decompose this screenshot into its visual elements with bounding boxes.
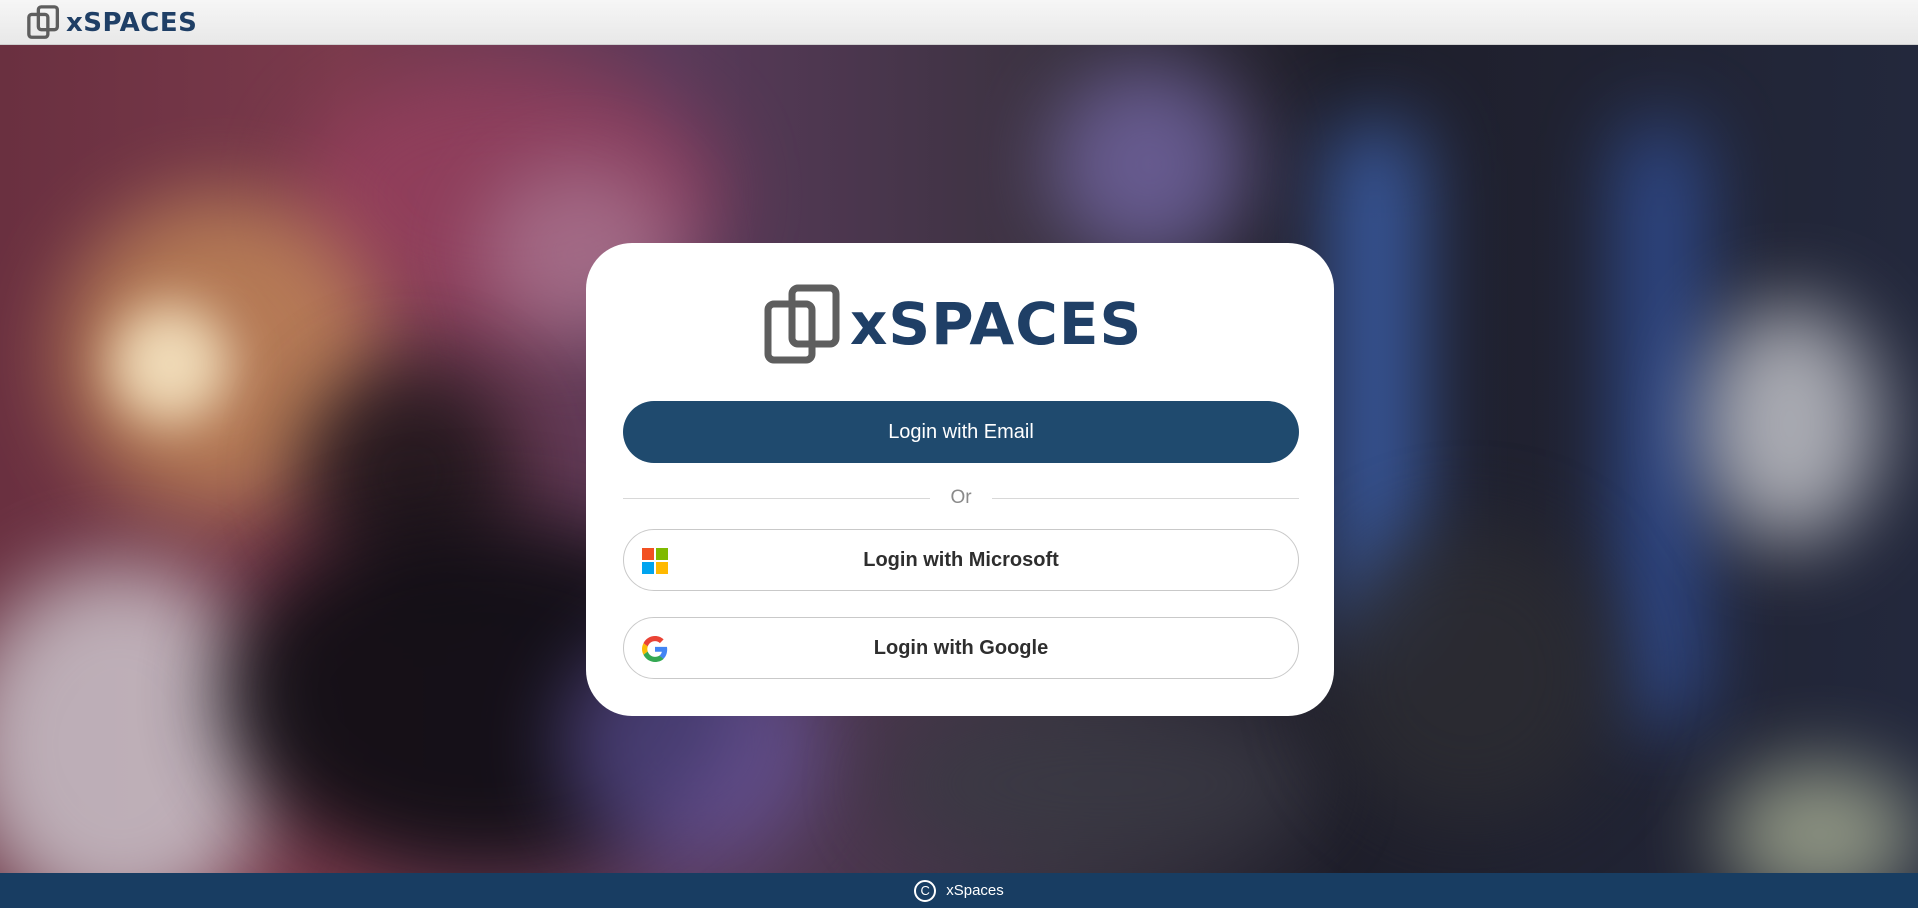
- login-microsoft-button[interactable]: Login with Microsoft: [623, 529, 1299, 591]
- divider-line-left: [623, 497, 931, 499]
- header-logo-text: xSPACES: [66, 8, 198, 38]
- google-icon: [642, 636, 668, 662]
- footer-text: xSpaces: [946, 882, 1004, 899]
- footer: C xSpaces: [0, 873, 1918, 908]
- login-microsoft-label: Login with Microsoft: [863, 548, 1059, 571]
- header-logo[interactable]: xSPACES: [26, 4, 197, 42]
- microsoft-icon: [642, 548, 668, 574]
- divider-text: Or: [950, 487, 972, 508]
- xspaces-logo-icon: [764, 284, 840, 364]
- login-email-label: Login with Email: [888, 420, 1034, 443]
- login-card: xSPACES Login with Email Or Login with M…: [586, 243, 1334, 716]
- top-header: xSPACES: [0, 0, 1918, 45]
- login-email-button[interactable]: Login with Email: [623, 401, 1299, 463]
- card-logo: xSPACES: [762, 283, 1162, 365]
- divider-line-right: [991, 497, 1300, 499]
- copyright-icon: C: [914, 879, 937, 902]
- login-google-button[interactable]: Login with Google: [623, 617, 1299, 679]
- xspaces-logo-icon: [27, 5, 60, 39]
- or-divider: Or: [623, 483, 1300, 513]
- card-logo-text: xSPACES: [850, 290, 1143, 358]
- login-google-label: Login with Google: [873, 636, 1049, 659]
